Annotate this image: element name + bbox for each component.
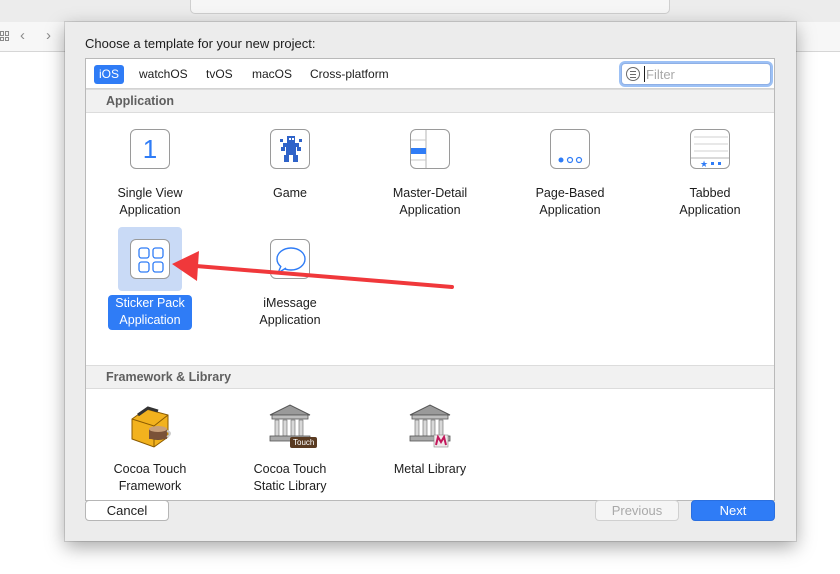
section-header-framework: Framework & Library [86,365,774,389]
icon-container: Touch [258,393,322,457]
template-label: iMessage Application [259,296,321,327]
template-tabbed[interactable]: ★ Tabbed Application [648,117,772,220]
icon-container: 1 [118,117,182,181]
template-single-view[interactable]: 1 Single View Application [88,117,212,220]
icon-container: ★ [678,117,742,181]
icon-container [258,227,322,291]
template-game[interactable]: Game [228,117,352,203]
icon-container [118,393,182,457]
back-chevron-icon[interactable]: ‹ [20,27,25,45]
icon-container [398,117,462,181]
game-icon [270,129,310,169]
template-label: Sticker Pack Application [108,295,192,330]
tabbed-icon: ★ [690,129,730,169]
related-items-icon[interactable] [0,31,10,41]
master-detail-icon [410,129,450,169]
svg-text:★: ★ [700,160,708,169]
sticker-pack-icon [130,239,170,279]
filter-icon [626,67,640,81]
sheet-title: Choose a template for your new project: [85,36,316,51]
icon-container [118,227,182,291]
tab-ios[interactable]: iOS [94,65,125,84]
template-sticker-pack[interactable]: Sticker Pack Application [88,227,212,330]
single-view-icon: 1 [130,129,170,169]
template-label: Cocoa Touch Framework [113,462,187,493]
touch-badge: Touch [290,437,318,448]
forward-chevron-icon[interactable]: › [46,27,51,45]
filter-field[interactable] [621,63,771,85]
tab-watchos[interactable]: watchOS [134,65,193,84]
template-label: Cocoa Touch Static Library [253,462,327,493]
metal-library-icon [409,404,451,448]
template-label: Single View Application [117,186,183,217]
platform-tab-bar: iOS watchOS tvOS macOS Cross-platform [86,59,774,89]
page-based-icon [550,129,590,169]
toolbox-icon [131,406,171,448]
icon-container [258,117,322,181]
previous-button[interactable]: Previous [595,500,679,521]
template-label: Metal Library [393,462,467,476]
icon-container [398,393,462,457]
section-header-application: Application [86,89,774,113]
tab-macos[interactable]: macOS [247,65,297,84]
cancel-button[interactable]: Cancel [85,500,169,521]
tab-cross-platform[interactable]: Cross-platform [305,65,394,84]
template-imessage[interactable]: iMessage Application [228,227,352,330]
window-title-bar [190,0,670,14]
template-page-based[interactable]: Page-Based Application [508,117,632,220]
template-metal-library[interactable]: Metal Library [368,393,492,479]
template-chooser-sheet: Choose a template for your new project: … [65,22,796,541]
imessage-icon [270,239,310,279]
next-button[interactable]: Next [691,500,775,521]
template-label: Game [272,186,308,200]
filter-input[interactable] [644,66,766,82]
template-master-detail[interactable]: Master-Detail Application [368,117,492,220]
tab-tvos[interactable]: tvOS [201,65,238,84]
template-cocoa-touch-framework[interactable]: Cocoa Touch Framework [88,393,212,496]
template-label: Master-Detail Application [392,186,468,217]
icon-container [538,117,602,181]
template-label: Page-Based Application [535,186,605,217]
template-panel: iOS watchOS tvOS macOS Cross-platform Ap… [85,58,775,501]
template-label: Tabbed Application [679,186,741,217]
template-cocoa-touch-static-library[interactable]: Touch Cocoa Touch Static Library [228,393,352,496]
